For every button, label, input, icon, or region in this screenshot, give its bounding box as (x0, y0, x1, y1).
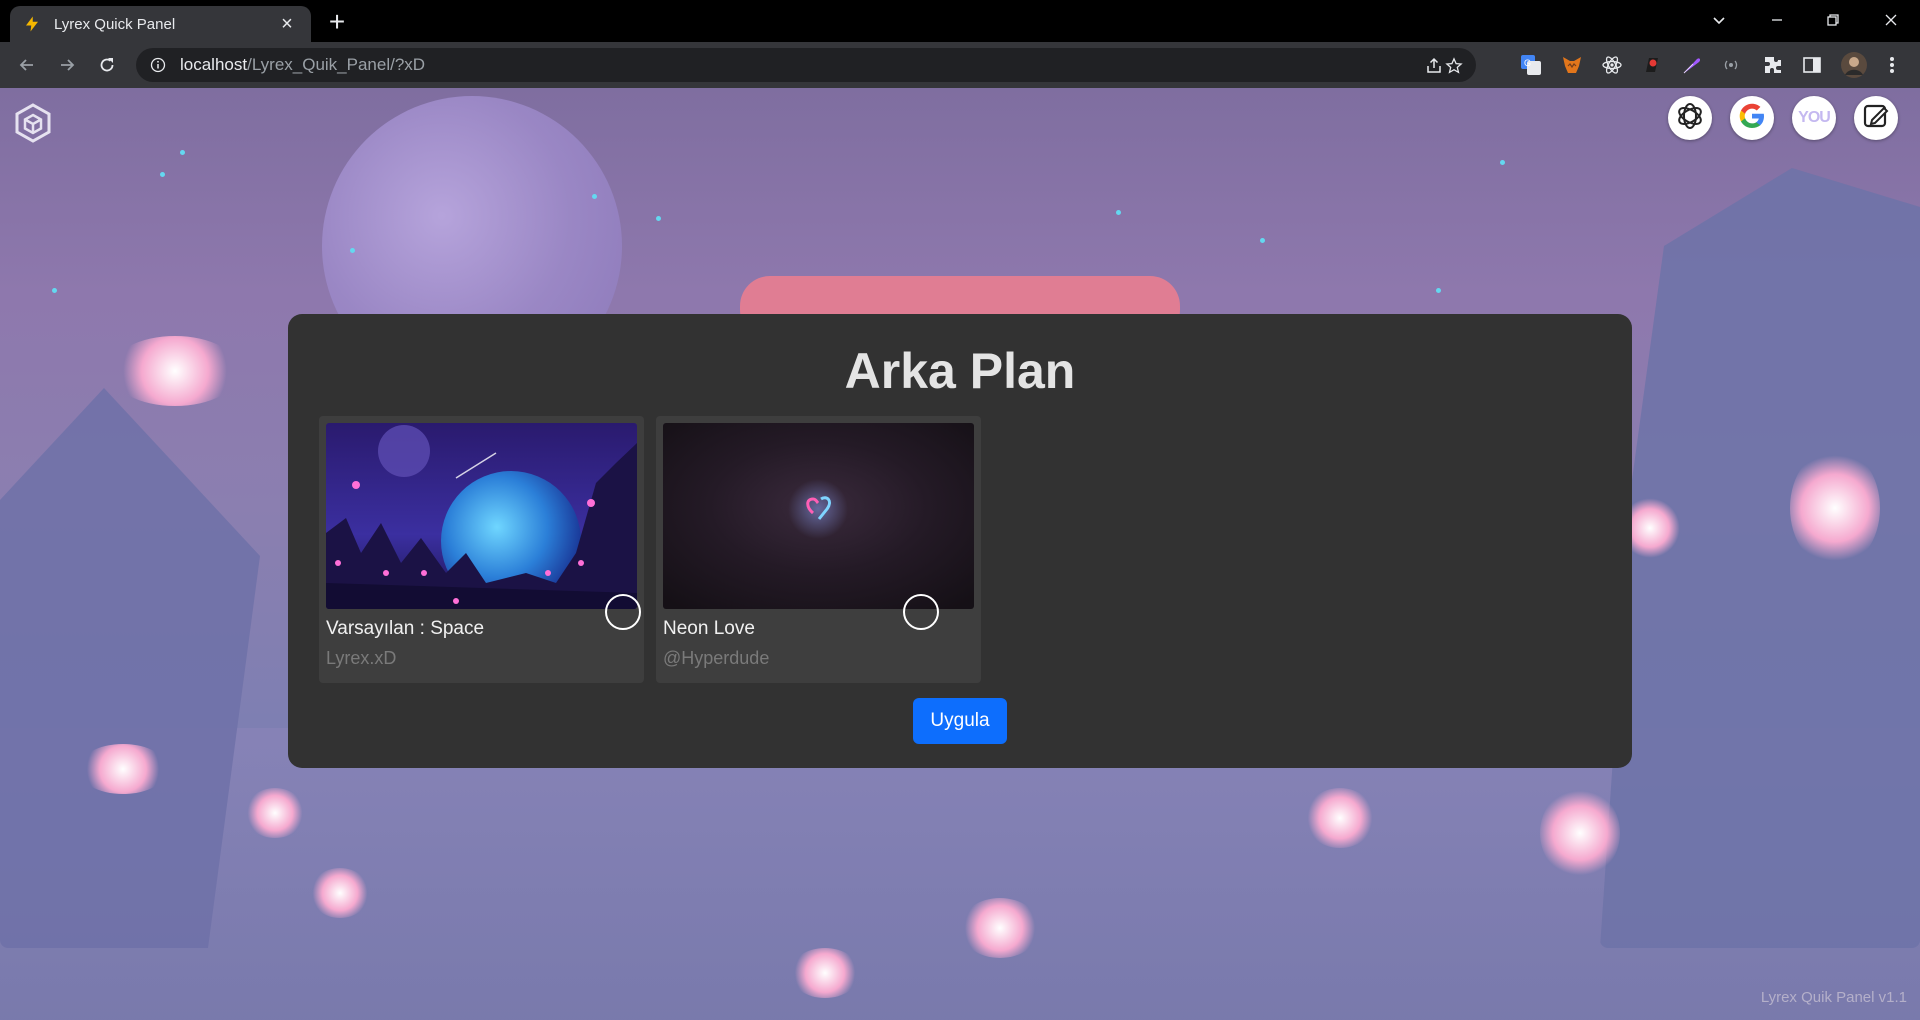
more-icon[interactable] (1880, 53, 1904, 77)
star-particle (1116, 210, 1121, 215)
crystal-illustration (310, 868, 370, 918)
quick-links: YOU (1668, 96, 1898, 140)
google-link[interactable] (1730, 96, 1774, 140)
google-translate-icon[interactable]: G (1519, 53, 1543, 77)
you-link[interactable]: YOU (1792, 96, 1836, 140)
apply-button[interactable]: Uygula (913, 698, 1007, 744)
background-panel: Arka Plan Varsayılan: Space Lyrex.xD Ne… (288, 314, 1632, 768)
panel-title: Arka Plan (844, 343, 1076, 399)
browser-toolbar: localhost/Lyrex_Quik_Panel/?xD G (0, 42, 1920, 88)
select-radio-space[interactable] (605, 594, 641, 630)
back-icon[interactable] (12, 50, 42, 80)
restore-icon[interactable] (1808, 0, 1858, 40)
crystal-illustration (245, 788, 305, 838)
star-particle (592, 194, 597, 199)
star-icon[interactable] (1442, 54, 1466, 78)
browser-tab[interactable]: Lyrex Quick Panel × (10, 6, 311, 42)
tab-title: Lyrex Quick Panel (54, 15, 176, 33)
crystal-illustration (960, 898, 1040, 958)
forward-icon[interactable] (52, 50, 82, 80)
card-author: Lyrex.xD (326, 648, 397, 668)
star-particle (656, 216, 661, 221)
extensions-icon[interactable] (1761, 53, 1785, 77)
google-icon (1736, 100, 1768, 137)
cube-icon[interactable] (12, 102, 54, 144)
star-particle (1260, 238, 1265, 243)
edit-icon (1861, 101, 1891, 136)
star-particle (52, 288, 57, 293)
card-author: @Hyperdude (663, 648, 770, 668)
crystal-illustration (1790, 448, 1880, 568)
reload-icon[interactable] (92, 50, 122, 80)
close-tab-icon[interactable]: × (275, 14, 299, 34)
red-extension-icon[interactable] (1640, 53, 1664, 77)
crystal-illustration (1540, 788, 1620, 878)
crystal-illustration (78, 744, 168, 794)
card-title: Neon Love (663, 618, 755, 639)
star-particle (1500, 160, 1505, 165)
url-path: /Lyrex_Quik_Panel/?xD (247, 55, 426, 74)
svg-text:G: G (1524, 58, 1531, 68)
you-icon: YOU (1798, 109, 1831, 126)
new-tab-button[interactable]: + (322, 8, 352, 38)
purple-feather-icon[interactable] (1680, 53, 1704, 77)
crystal-illustration (1305, 788, 1375, 848)
notes-link[interactable] (1854, 96, 1898, 140)
url-host: localhost (180, 55, 248, 74)
url-text[interactable]: localhost/Lyrex_Quik_Panel/?xD (180, 55, 425, 75)
background-card-space[interactable]: Varsayılan : Space Lyrex.xD (319, 416, 644, 683)
star-particle (160, 172, 165, 177)
chatgpt-link[interactable] (1668, 96, 1712, 140)
crystal-illustration (790, 948, 860, 998)
close-window-icon[interactable] (1866, 0, 1916, 40)
select-radio-neon-love[interactable] (903, 594, 939, 630)
rock-right-illustration (1600, 168, 1920, 948)
profile-avatar[interactable] (1840, 51, 1868, 79)
neon-love-thumbnail (663, 423, 974, 609)
crystal-illustration (110, 336, 240, 406)
radio-icon[interactable] (1719, 53, 1743, 77)
version-label: Lyrex Quik Panel v1.1 (1760, 989, 1907, 1006)
star-particle (180, 150, 185, 155)
tab-strip: Lyrex Quick Panel × + (0, 0, 1920, 42)
address-bar[interactable]: localhost/Lyrex_Quik_Panel/?xD (136, 48, 1476, 82)
lightning-icon (22, 14, 42, 34)
page-background: YOU Arka Plan Varsayılan: Space Lyrex.x… (0, 88, 1920, 1020)
sidepanel-icon[interactable] (1800, 53, 1824, 77)
space-thumbnail (326, 423, 637, 609)
background-card-neon-love[interactable]: Neon Love @Hyperdude (656, 416, 981, 683)
minimize-icon[interactable] (1752, 0, 1802, 40)
card-title: Varsayılan : Space (326, 618, 485, 639)
openai-icon (1673, 99, 1707, 138)
star-particle (1436, 288, 1441, 293)
info-icon[interactable] (150, 57, 166, 73)
react-devtools-icon[interactable] (1600, 53, 1624, 77)
tab-search-icon[interactable] (1694, 0, 1744, 40)
star-particle (350, 248, 355, 253)
metamask-fox-icon[interactable] (1560, 53, 1584, 77)
